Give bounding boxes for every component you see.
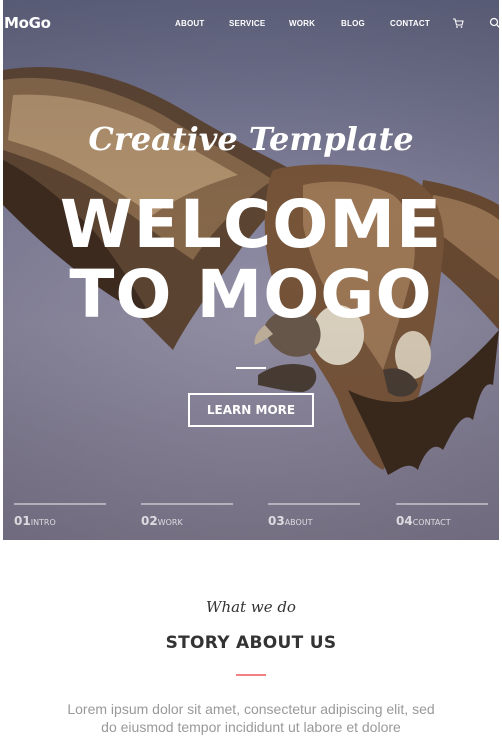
slide-tab-contact[interactable]: 04CONTACT (396, 503, 488, 533)
about-title: STORY ABOUT US (165, 633, 337, 653)
slide-tab-label: 02WORK (141, 514, 183, 528)
about-divider (236, 674, 266, 676)
slide-tab-text: ABOUT (284, 518, 313, 527)
slide-tab-bar (141, 503, 233, 505)
slide-tab-text: WORK (157, 518, 183, 527)
slide-tab-bar (268, 503, 360, 505)
slide-tab-label: 03ABOUT (268, 514, 313, 528)
learn-more-button[interactable]: LEARN MORE (188, 393, 314, 427)
search-icon[interactable] (489, 17, 501, 29)
slider-nav: 01INTRO 02WORK 03ABOUT 04CONTACT (14, 503, 490, 533)
nav-link-work[interactable]: WORK (289, 19, 315, 28)
top-navbar: MoGo ABOUT SERVICE WORK BLOG CONTACT (0, 0, 502, 48)
about-section: What we do STORY ABOUT US Lorem ipsum do… (3, 540, 499, 737)
slide-tab-text: INTRO (30, 518, 56, 527)
slide-tab-number: 04 (396, 514, 413, 528)
slide-tab-bar (14, 503, 106, 505)
slide-tab-text: CONTACT (412, 518, 451, 527)
slide-tab-number: 03 (268, 514, 285, 528)
hero-divider (236, 367, 266, 369)
page: MoGo ABOUT SERVICE WORK BLOG CONTACT Cre… (0, 0, 502, 737)
nav-link-about[interactable]: ABOUT (175, 19, 204, 28)
hero-headline-line2: TO MOGO (69, 256, 433, 333)
about-subtitle: What we do (206, 598, 296, 616)
logo[interactable]: MoGo (4, 14, 51, 32)
slide-tab-label: 01INTRO (14, 514, 56, 528)
slide-tab-intro[interactable]: 01INTRO (14, 503, 106, 533)
slide-tab-number: 02 (141, 514, 158, 528)
about-text: Lorem ipsum dolor sit amet, consectetur … (67, 701, 435, 735)
nav-link-service[interactable]: SERVICE (229, 19, 265, 28)
slide-tab-bar (396, 503, 488, 505)
hero-tagline: Creative Template (88, 120, 414, 158)
nav-link-blog[interactable]: BLOG (341, 19, 365, 28)
nav-link-contact[interactable]: CONTACT (390, 19, 430, 28)
slide-tab-work[interactable]: 02WORK (141, 503, 233, 533)
slide-tab-label: 04CONTACT (396, 514, 451, 528)
slide-tab-number: 01 (14, 514, 31, 528)
slide-tab-about[interactable]: 03ABOUT (268, 503, 360, 533)
hero-headline-line1: WELCOME (59, 186, 443, 263)
cart-icon[interactable] (452, 17, 464, 29)
